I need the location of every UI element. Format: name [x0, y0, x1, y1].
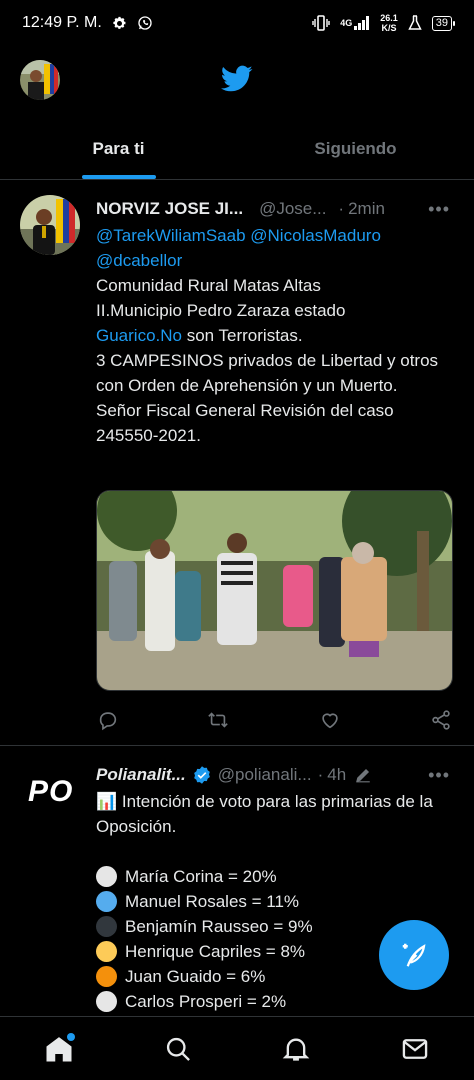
flask-icon	[408, 15, 422, 31]
notifications-icon	[282, 1038, 310, 1061]
circle-icon	[96, 941, 117, 962]
tab-siguiendo[interactable]: Siguiendo	[237, 118, 474, 179]
network-speed: 26.1 K/S	[380, 13, 398, 33]
circle-icon	[96, 966, 117, 987]
nav-notifications[interactable]	[272, 1025, 320, 1073]
tweet-author-name[interactable]: Polianalit...	[96, 765, 186, 785]
circle-icon	[96, 991, 117, 1012]
active-tab-indicator	[81, 175, 156, 179]
verified-badge-icon	[192, 765, 212, 785]
nav-messages[interactable]	[391, 1025, 439, 1073]
separator-dot: ·	[338, 199, 345, 218]
list-item-text: Manuel Rosales = 11%	[125, 892, 300, 911]
tweet-text: @TarekWiliamSaab @NicolasMaduro @dcabell…	[96, 223, 456, 448]
tweet-line: Intención de voto para las primarias de …	[96, 792, 433, 836]
list-item-text: María Corina = 20%	[125, 867, 277, 886]
tweet-line: 3 CAMPESINOS privados de Libertad y otro…	[96, 351, 439, 395]
list-item-text: Benjamín Rausseo = 9%	[125, 917, 313, 936]
twitter-bird-icon[interactable]	[221, 65, 253, 98]
tweet-line: Señor Fiscal General Revisión del caso 2…	[96, 401, 394, 445]
tweet-header: NORVIZ JOSE JI... @Jose... · 2min	[96, 195, 456, 223]
tweet-author-handle[interactable]: @Jose...	[259, 199, 326, 219]
more-options-icon[interactable]: •••	[428, 199, 450, 220]
circle-icon	[96, 891, 117, 912]
tab-siguiendo-label: Siguiendo	[314, 138, 397, 158]
signal-icon: 4G	[340, 16, 370, 30]
vibrate-icon	[312, 15, 330, 31]
tweet-media-video[interactable]	[96, 490, 453, 691]
tweet-line: Comunidad Rural Matas Altas	[96, 276, 321, 295]
tweet-body: NORVIZ JOSE JI... @Jose... · 2min ••• @T…	[96, 195, 456, 448]
speed-value: 26.1	[380, 13, 398, 23]
list-item: Manuel Rosales = 11%	[96, 889, 456, 914]
retweet-icon[interactable]	[206, 708, 230, 732]
nav-search[interactable]	[154, 1025, 202, 1073]
tweet-author-avatar[interactable]: PO	[28, 775, 73, 809]
share-icon[interactable]	[429, 708, 453, 732]
like-icon[interactable]	[318, 708, 342, 732]
bar-chart-emoji-icon: 📊	[96, 792, 118, 811]
network-type: 4G	[340, 18, 353, 28]
list-item-text: Henrique Capriles = 8%	[125, 942, 306, 961]
mention-link[interactable]: @dcabellor	[96, 251, 182, 270]
tab-para-ti-label: Para ti	[92, 138, 145, 158]
settings-gear-icon	[112, 16, 127, 31]
top-bar	[0, 56, 474, 106]
compose-feather-icon	[402, 943, 426, 967]
list-item: María Corina = 20%	[96, 864, 456, 889]
circle-icon	[96, 916, 117, 937]
edited-pencil-icon	[354, 766, 372, 784]
tweet-actions	[96, 708, 453, 732]
tweet-timestamp: 2min	[348, 199, 385, 218]
url-link[interactable]: Guarico.No	[96, 326, 182, 345]
tweet-author-avatar[interactable]	[20, 195, 80, 255]
status-bar: 12:49 P. M. 4G 26.1 K/S 39	[0, 0, 474, 46]
messages-icon	[402, 1038, 427, 1059]
speed-unit: K/S	[381, 23, 397, 33]
separator-dot: ·	[317, 765, 324, 784]
reply-icon[interactable]	[96, 708, 120, 732]
tweet-header: Polianalit... @polianali... · 4h	[96, 761, 456, 789]
tweet-author-name[interactable]: NORVIZ JOSE JI...	[96, 199, 243, 219]
more-options-icon[interactable]: •••	[428, 765, 450, 786]
search-icon	[166, 1037, 190, 1061]
list-item-text: Juan Guaido = 6%	[125, 967, 266, 986]
mention-link[interactable]: @NicolasMaduro	[250, 226, 381, 245]
battery-indicator: 39	[431, 15, 456, 31]
mention-link[interactable]: @TarekWiliamSaab	[96, 226, 246, 245]
bottom-navigation	[0, 1016, 474, 1080]
status-time: 12:49 P. M.	[22, 14, 102, 31]
tweet-line: II.Municipio Pedro Zaraza estado	[96, 301, 346, 320]
home-notification-dot	[67, 1032, 76, 1041]
timeline-tabs: Para ti Siguiendo	[0, 118, 474, 180]
nav-home[interactable]	[35, 1025, 83, 1073]
circle-icon	[96, 866, 117, 887]
tweet-timestamp: 4h	[327, 765, 347, 784]
whatsapp-icon	[137, 15, 153, 31]
tweet-line: son Terroristas.	[181, 326, 303, 345]
tweet[interactable]: NORVIZ JOSE JI... @Jose... · 2min ••• @T…	[0, 181, 474, 746]
list-item: Carlos Prosperi = 2%	[96, 989, 456, 1014]
list-item-text: Carlos Prosperi = 2%	[125, 992, 287, 1011]
compose-tweet-button[interactable]	[379, 920, 449, 990]
tab-para-ti[interactable]: Para ti	[0, 118, 237, 179]
profile-avatar[interactable]	[20, 60, 60, 100]
tweet-author-handle[interactable]: @polianali...	[218, 765, 312, 785]
